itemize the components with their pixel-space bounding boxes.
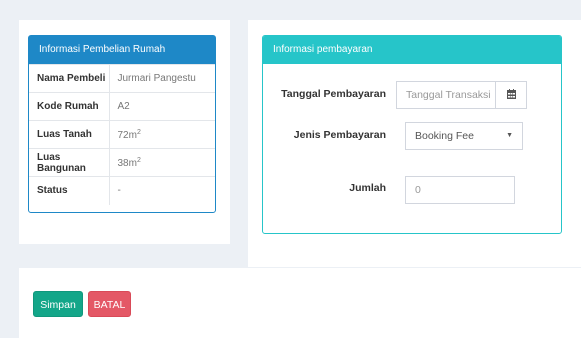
status-value: - (109, 176, 215, 205)
land-area-value: 72m2 (109, 120, 215, 149)
amount-input[interactable]: 0 (405, 176, 515, 204)
payment-info-title: Informasi pembayaran (263, 36, 561, 64)
house-purchase-info-panel: Informasi Pembelian Rumah Nama Pembeli J… (28, 35, 216, 213)
building-area-superscript: 2 (136, 156, 141, 164)
cancel-button[interactable]: BATAL (88, 291, 131, 317)
amount-label: Jumlah (349, 182, 386, 194)
house-info-table: Nama Pembeli Jurmari Pangestu Kode Rumah… (29, 64, 215, 205)
land-area-number: 72m (117, 129, 137, 141)
table-row: Kode Rumah A2 (29, 92, 215, 121)
calendar-button[interactable] (495, 81, 527, 109)
table-row: Status - (29, 176, 215, 205)
payment-date-placeholder: Tanggal Transaksi (406, 89, 491, 101)
land-area-superscript: 2 (136, 128, 141, 136)
table-row: Luas Bangunan 38m2 (29, 148, 215, 177)
building-area-label: Luas Bangunan (29, 148, 110, 177)
payment-type-select[interactable]: Booking Fee ▼ (405, 122, 523, 150)
building-area-value: 38m2 (109, 148, 215, 177)
payment-type-label: Jenis Pembayaran (293, 129, 386, 141)
house-purchase-info-title: Informasi Pembelian Rumah (29, 36, 215, 64)
status-label: Status (29, 176, 110, 205)
payment-date-label: Tanggal Pembayaran (281, 88, 386, 100)
land-area-label: Luas Tanah (29, 120, 110, 149)
building-area-number: 38m (117, 157, 137, 169)
house-code-label: Kode Rumah (29, 92, 110, 121)
caret-down-icon: ▼ (506, 132, 513, 139)
house-code-value: A2 (109, 92, 215, 121)
table-row: Luas Tanah 72m2 (29, 120, 215, 149)
buyer-name-value: Jurmari Pangestu (109, 64, 215, 93)
payment-date-input[interactable]: Tanggal Transaksi (396, 81, 496, 109)
buyer-name-label: Nama Pembeli (29, 64, 110, 93)
calendar-icon (506, 88, 516, 102)
payment-type-selected: Booking Fee (415, 130, 474, 142)
save-button[interactable]: Simpan (33, 291, 83, 317)
amount-placeholder: 0 (415, 184, 421, 196)
table-row: Nama Pembeli Jurmari Pangestu (29, 64, 215, 93)
